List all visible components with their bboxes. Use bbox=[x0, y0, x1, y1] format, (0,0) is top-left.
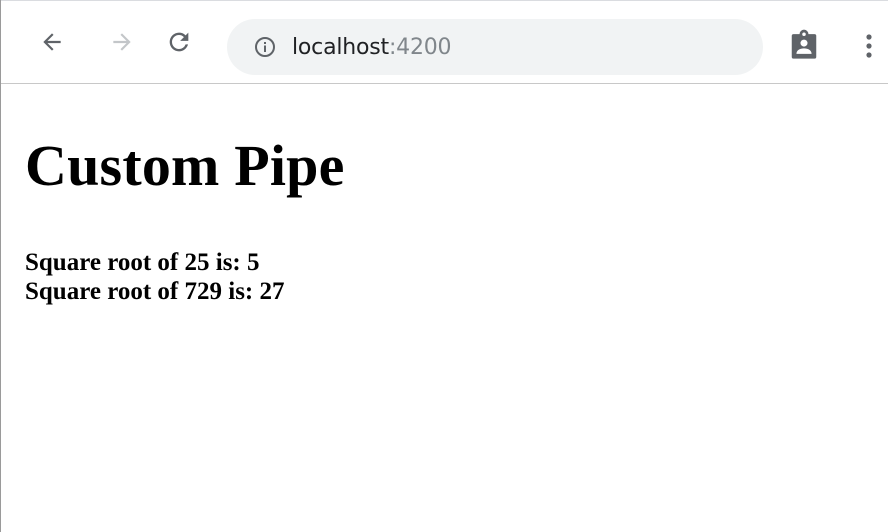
kebab-menu-icon bbox=[866, 34, 872, 58]
info-icon[interactable] bbox=[252, 34, 278, 60]
results-list: Square root of 25 is: 5 Square root of 7… bbox=[25, 248, 888, 306]
browser-toolbar: localhost:4200 bbox=[1, 0, 888, 84]
extension-button[interactable] bbox=[789, 27, 819, 61]
forward-button[interactable] bbox=[107, 27, 137, 57]
result-line: Square root of 25 is: 5 bbox=[25, 249, 260, 276]
arrow-right-icon bbox=[113, 33, 131, 51]
url-host: localhost bbox=[292, 34, 389, 60]
back-button[interactable] bbox=[37, 27, 67, 57]
result-line: Square root of 729 is: 27 bbox=[25, 278, 285, 305]
page-content: Custom Pipe Square root of 25 is: 5 Squa… bbox=[25, 84, 888, 532]
url-text: localhost:4200 bbox=[292, 34, 452, 60]
browser-menu-button[interactable] bbox=[859, 31, 879, 61]
arrow-left-icon bbox=[43, 33, 61, 51]
reload-button[interactable] bbox=[164, 27, 194, 57]
url-port: :4200 bbox=[388, 34, 452, 60]
address-bar[interactable]: localhost:4200 bbox=[227, 19, 763, 75]
page-title: Custom Pipe bbox=[25, 133, 345, 198]
reload-icon bbox=[169, 32, 189, 52]
browser-window: localhost:4200 Custom Pipe Square root o… bbox=[0, 0, 888, 532]
clipboard-icon bbox=[791, 29, 817, 59]
